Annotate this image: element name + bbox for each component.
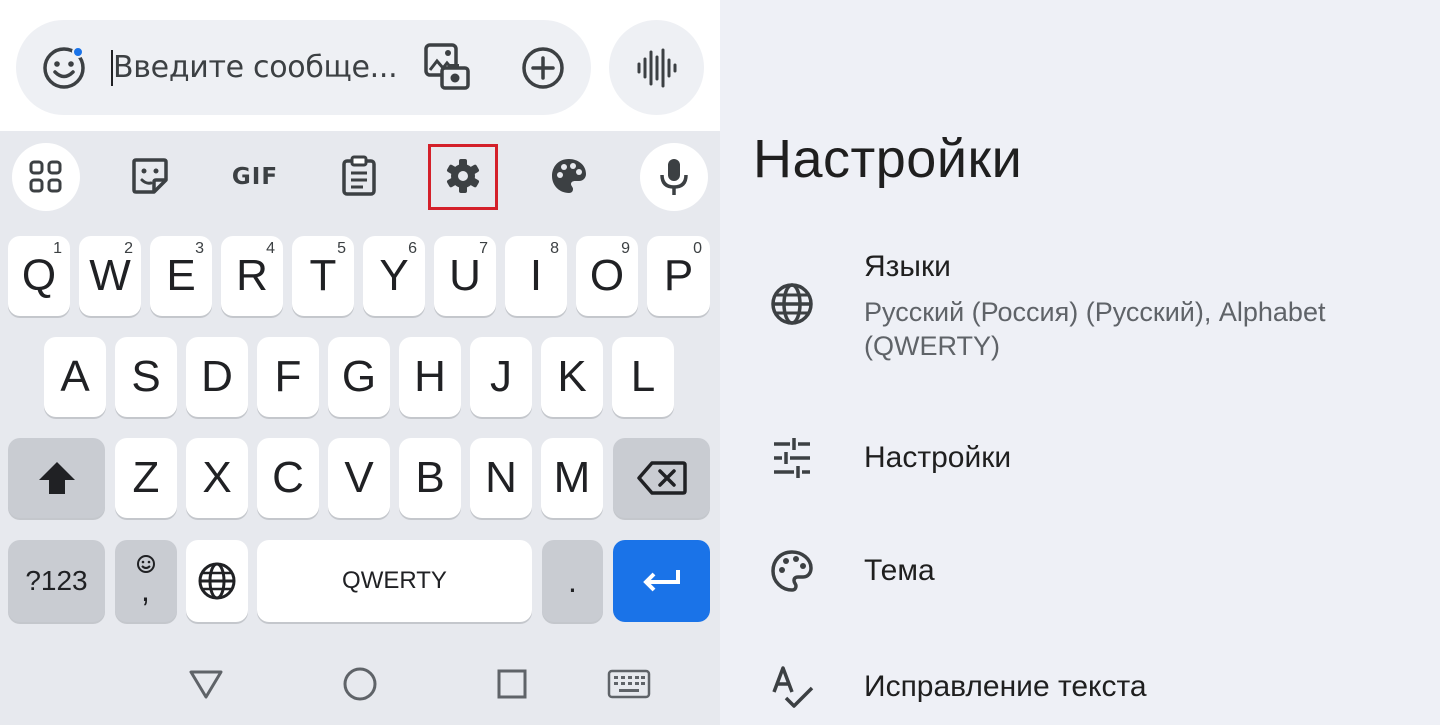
key-n[interactable]: N (470, 438, 532, 518)
key-hint: 0 (693, 240, 702, 257)
backspace-icon (636, 461, 687, 495)
key-y[interactable]: Y6 (363, 236, 425, 316)
screen: Введите сообще... GIF Q 1 W 2 E 3 R 4 T … (0, 0, 1440, 725)
key-a[interactable]: A (44, 337, 106, 417)
enter-arrow-icon (642, 570, 680, 592)
settings-item-languages[interactable]: Языки Русский (Россия) (Русский), Alphab… (720, 240, 1440, 380)
key-label: Q (21, 251, 57, 300)
key-p[interactable]: P0 (647, 236, 710, 316)
comma-label: , (141, 572, 150, 608)
key-hint: 8 (550, 240, 559, 257)
enter-key[interactable] (613, 540, 710, 622)
settings-item-label: Языки (864, 250, 951, 283)
key-hint: 9 (621, 240, 630, 257)
key-f[interactable]: F (257, 337, 319, 417)
key-b[interactable]: B (399, 438, 461, 518)
key-v[interactable]: V (328, 438, 390, 518)
keyboard-panel: Введите сообще... GIF Q 1 W 2 E 3 R 4 T … (0, 0, 720, 725)
key-label: U (449, 251, 481, 300)
settings-item-preferences[interactable]: Настройки (720, 430, 1440, 490)
key-z[interactable]: Z (115, 438, 177, 518)
space-key[interactable]: QWERTY (257, 540, 532, 622)
key-hint: 3 (195, 240, 204, 257)
voice-message-button[interactable] (609, 20, 704, 115)
key-label: R (236, 251, 268, 300)
shift-icon (38, 462, 75, 494)
key-h[interactable]: H (399, 337, 461, 417)
backspace-key[interactable] (613, 438, 710, 518)
key-l[interactable]: L (612, 337, 674, 417)
emoji-icon (137, 555, 155, 573)
gif-icon[interactable]: GIF (222, 155, 288, 199)
key-g[interactable]: G (328, 337, 390, 417)
period-key[interactable]: . (542, 540, 603, 622)
key-label: O (589, 251, 625, 300)
settings-item-label: Настройки (864, 441, 1012, 474)
waveform-icon (637, 48, 677, 88)
notification-dot (72, 46, 84, 58)
settings-item-text-correction[interactable]: Исправление текста (720, 660, 1440, 720)
key-hint: 7 (479, 240, 488, 257)
settings-item-label: Тема (864, 554, 935, 587)
key-s[interactable]: S (115, 337, 177, 417)
spellcheck-icon (772, 666, 814, 708)
language-key[interactable] (186, 540, 248, 622)
shift-key[interactable] (8, 438, 105, 518)
clipboard-icon[interactable] (332, 148, 386, 204)
globe-icon (198, 562, 236, 600)
key-o[interactable]: O9 (576, 236, 638, 316)
mic-icon[interactable] (640, 143, 708, 211)
key-d[interactable]: D (186, 337, 248, 417)
key-i[interactable]: I8 (505, 236, 567, 316)
compose-bar: Введите сообще... (0, 0, 720, 131)
settings-item-sub: Русский (Россия) (Русский), Alphabet (QW… (864, 297, 1326, 361)
sticker-icon[interactable] (120, 148, 180, 204)
settings-panel: Настройки Языки Русский (Россия) (Русски… (720, 0, 1440, 725)
settings-item-label: Исправление текста (864, 670, 1147, 703)
key-w[interactable]: W2 (79, 236, 141, 316)
emoji-comma-key[interactable]: , (115, 540, 177, 622)
highlight-frame (428, 144, 498, 210)
symbols-key[interactable]: ?123 (8, 540, 105, 622)
page-title: Настройки (753, 129, 1023, 189)
key-j[interactable]: J (470, 337, 532, 417)
key-t[interactable]: T5 (292, 236, 354, 316)
key-label: E (166, 251, 196, 300)
gif-label: GIF (231, 164, 279, 190)
message-input[interactable]: Введите сообще... (113, 47, 398, 89)
key-u[interactable]: U7 (434, 236, 496, 316)
tune-sliders-icon (774, 438, 810, 478)
home-circle-icon[interactable] (342, 666, 378, 702)
gallery-icon[interactable] (420, 40, 474, 94)
keyboard-switch-icon[interactable] (607, 668, 651, 700)
key-c[interactable]: C (257, 438, 319, 518)
key-q[interactable]: Q1 (8, 236, 70, 316)
key-k[interactable]: K (541, 337, 603, 417)
palette-icon (771, 550, 813, 592)
palette-icon[interactable] (540, 148, 598, 204)
apps-grid-icon[interactable] (12, 143, 80, 211)
key-r[interactable]: R4 (221, 236, 283, 316)
key-x[interactable]: X (186, 438, 248, 518)
settings-item-theme[interactable]: Тема (720, 545, 1440, 605)
add-icon[interactable] (518, 43, 568, 93)
globe-icon (771, 283, 813, 325)
key-hint: 4 (266, 240, 275, 257)
key-hint: 2 (124, 240, 133, 257)
key-label: W (89, 251, 131, 300)
recents-square-icon[interactable] (496, 668, 528, 700)
key-label: P (663, 251, 694, 300)
key-m[interactable]: M (541, 438, 603, 518)
key-hint: 1 (53, 240, 62, 257)
key-hint: 6 (408, 240, 417, 257)
key-e[interactable]: E3 (150, 236, 212, 316)
key-hint: 5 (337, 240, 346, 257)
back-triangle-icon[interactable] (188, 668, 224, 700)
system-nav-bar (0, 640, 720, 725)
key-label: Y (379, 251, 409, 300)
key-label: T (309, 251, 337, 300)
key-label: I (529, 251, 543, 300)
